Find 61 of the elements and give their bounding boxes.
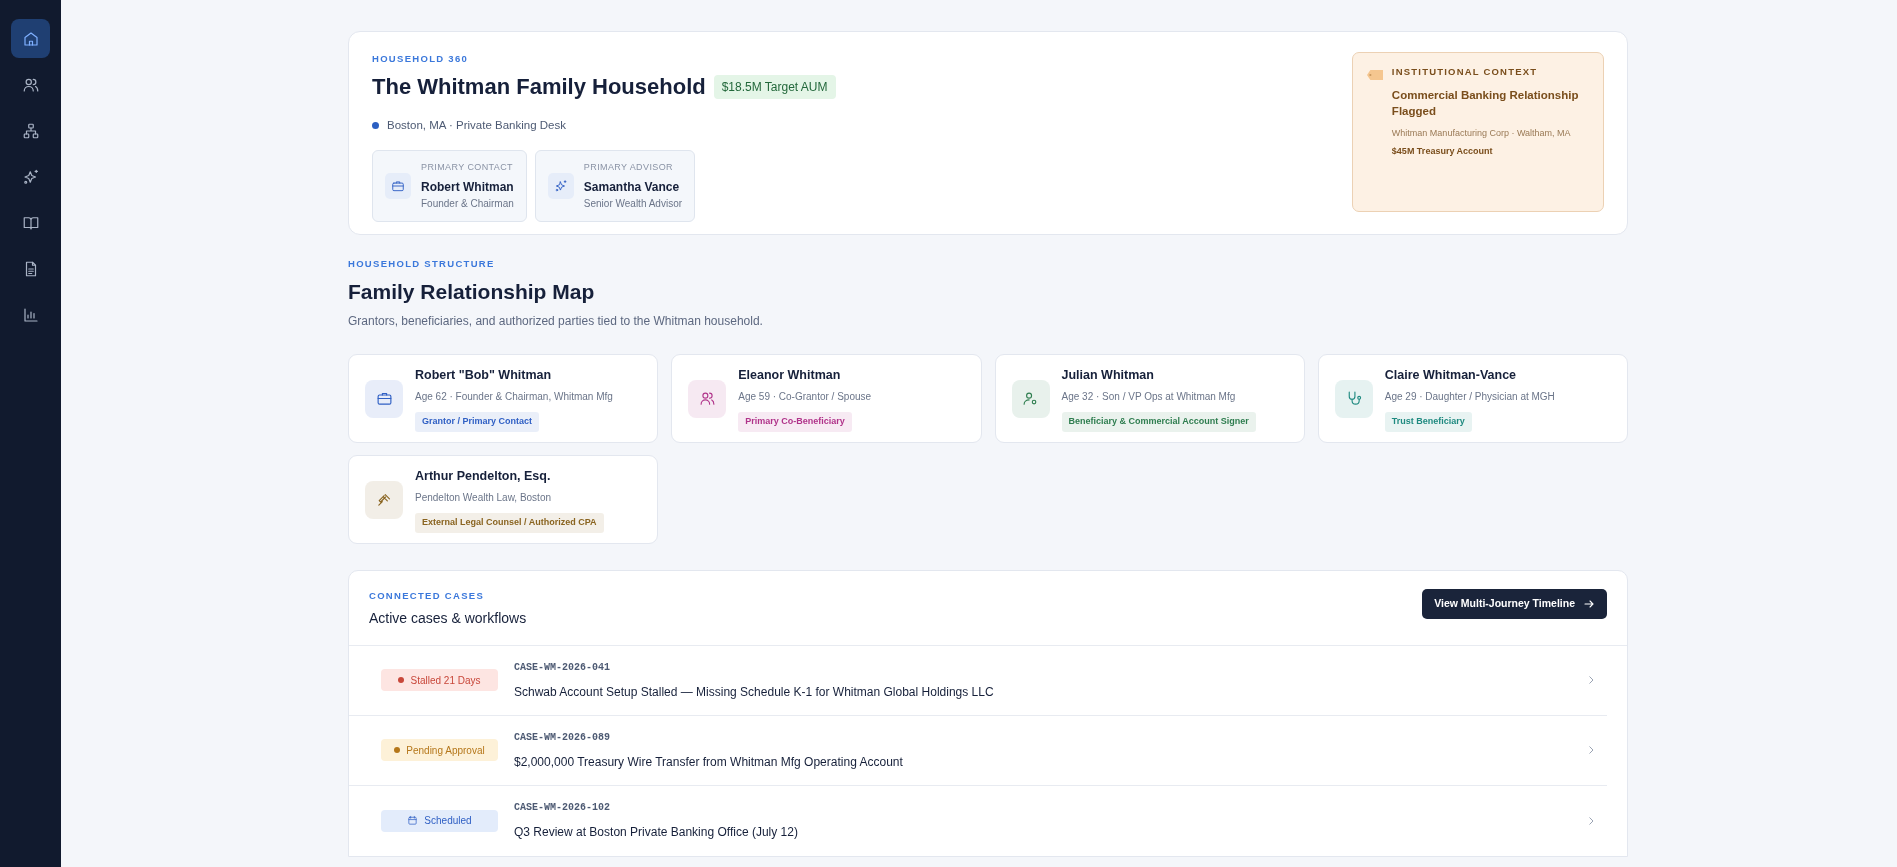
calendar-icon [407,815,419,827]
member-detail: Pendelton Wealth Law, Boston [415,491,553,506]
timeline-button[interactable]: View Multi-Journey Timeline [1422,589,1607,620]
contact-role: Senior Wealth Advisor [583,197,683,212]
contact-name: Samantha Vance [583,179,681,197]
role-tag: Grantor / Primary Contact [415,412,540,432]
company-text: Whitman Manufacturing Corp · Waltham, MA [1391,127,1572,141]
case-id: CASE-WM-2026-041 [514,660,611,675]
section-subtitle: Grantors, beneficiaries, and authorized parties tied to the Whitman household. [348,313,764,331]
status-badge: Pending Approval [381,739,498,762]
member-name: Claire Whitman-Vance [1384,367,1518,385]
sparkle-icon [21,167,40,186]
case-title: Schwab Account Setup Stalled — Missing Schedule K-1 for Whitman Global Holdings LLC [514,683,995,701]
member-detail: Age 29 · Daughter / Physician at MGH [1384,390,1555,405]
member-detail: Age 59 · Co-Grantor / Spouse [738,390,872,405]
briefcase-icon [375,390,393,408]
section-label: HOUSEHOLD 360 [372,52,470,66]
status-badge: Scheduled [381,809,498,832]
member-detail: Age 62 · Founder & Chairman, Whitman Mfg [415,390,613,405]
case-row[interactable]: Scheduled CASE-WM-2026-102 Q3 Review at Boston Private Banking Office (July 12) [349,785,1607,856]
section-label: CONNECTED CASES [369,589,486,604]
people-icon [698,390,716,408]
case-row[interactable]: Stalled 21 Days CASE-WM-2026-041 Schwab Account Setup Stalled — Missing Schedule K-1 for Whitman Global Holdings LLC [349,645,1607,716]
tag-icon [1367,69,1384,81]
member-detail: Age 32 · Son / VP Ops at Whitman Mfg [1061,390,1237,405]
hierarchy-icon [21,121,40,140]
role-tag: External Legal Counsel / Authorized CPA [415,513,604,533]
member-name: Robert "Bob" Whitman [415,367,553,385]
contact-name: Robert Whitman [421,179,514,197]
status-badge: Stalled 21 Days [381,669,498,692]
person-gear-icon [1022,390,1039,408]
case-id: CASE-WM-2026-102 [514,801,611,816]
location-text: Boston, MA · Private Banking Desk [387,117,566,133]
contact-role: Founder & Chairman [421,197,514,212]
cases-title: Active cases & workflows [369,608,527,628]
account-text: $45M Treasury Account [1391,144,1494,158]
household-title: The Whitman Family Household [372,74,706,101]
sidebar-item[interactable] [11,19,50,58]
member-name: Arthur Pendelton, Esq. [415,468,552,486]
location-dot [372,121,379,129]
case-id: CASE-WM-2026-089 [514,730,611,745]
sparkle-icon [553,179,568,194]
case-title: $2,000,000 Treasury Wire Transfer from Whitman Mfg Operating Account [514,753,904,771]
context-title: Commercial Banking Relationship Flagged [1391,88,1580,120]
aum-badge: $18.5M Target AUM [713,75,836,100]
member-name: Eleanor Whitman [738,367,842,385]
contact-label: PRIMARY CONTACT [421,160,514,174]
role-tag: Primary Co-Beneficiary [738,412,852,432]
member-name: Julian Whitman [1061,367,1155,385]
gavel-icon [375,491,393,509]
contact-label: PRIMARY ADVISOR [583,160,675,174]
context-label: INSTITUTIONAL CONTEXT [1391,65,1539,79]
briefcase-icon [391,179,405,194]
section-title: Family Relationship Map [348,279,596,305]
role-tag: Trust Beneficiary [1384,412,1472,432]
role-tag: Beneficiary & Commercial Account Signer [1061,412,1256,432]
section-label: HOUSEHOLD STRUCTURE [348,257,496,271]
case-title: Q3 Review at Boston Private Banking Office (July 12) [514,824,799,842]
status-dot [394,747,401,754]
case-row[interactable]: Pending Approval CASE-WM-2026-089 $2,000,000 Treasury Wire Transfer from Whitman Mfg Operating Account [349,715,1607,786]
status-dot [398,677,405,684]
